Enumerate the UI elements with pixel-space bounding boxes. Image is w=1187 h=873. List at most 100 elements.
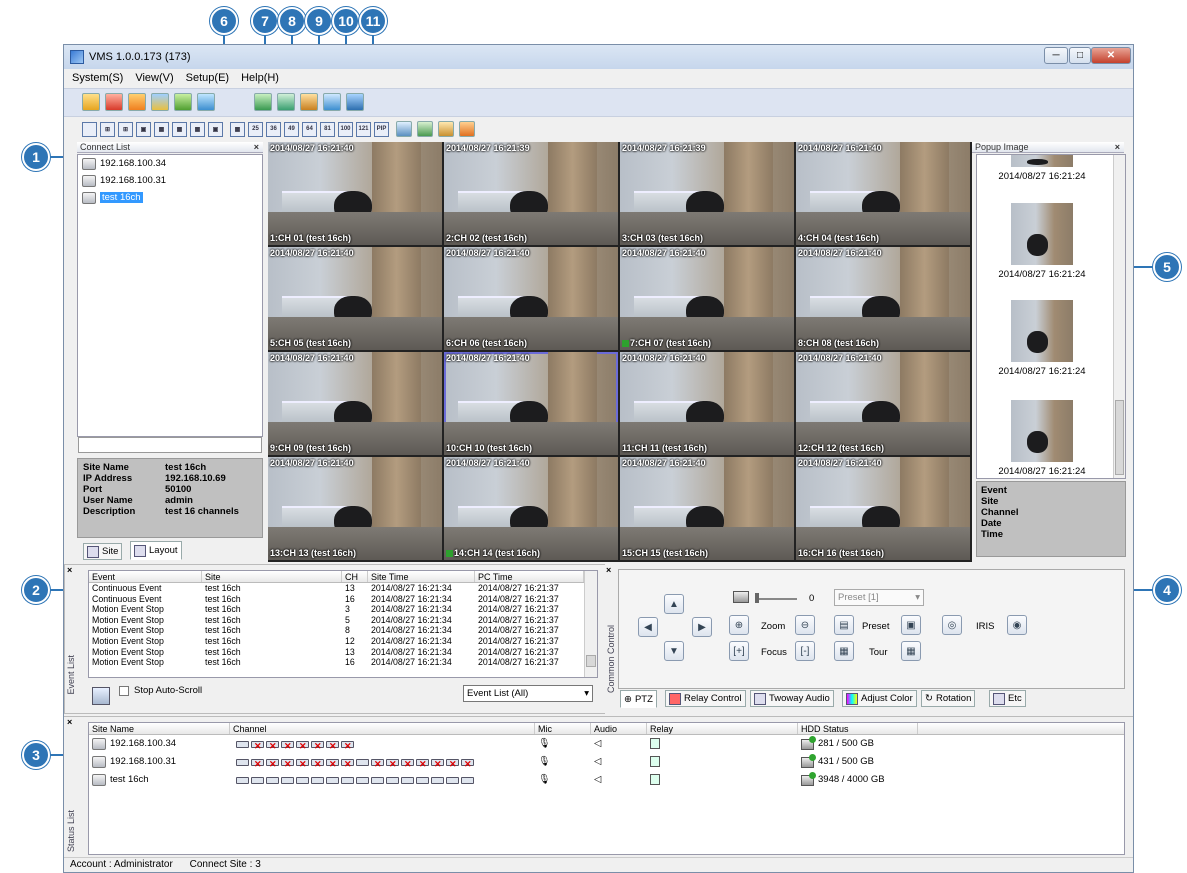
- layout-64-button[interactable]: 64: [302, 121, 317, 137]
- iris-close-button[interactable]: ◉: [1007, 615, 1027, 635]
- camera-view[interactable]: 2014/08/27 16:21:40 1:CH 01 (test 16ch): [268, 142, 442, 245]
- camera-view[interactable]: 2014/08/27 16:21:39 3:CH 03 (test 16ch): [620, 142, 794, 245]
- menu-help[interactable]: Help(H): [241, 72, 279, 84]
- menu-system[interactable]: System(S): [72, 72, 123, 84]
- display-setup-icon[interactable]: [323, 93, 341, 111]
- speaker-icon[interactable]: ◁: [591, 771, 647, 789]
- monitor-icon[interactable]: [197, 93, 215, 111]
- ptz-left-button[interactable]: ◀: [638, 617, 658, 637]
- table-row[interactable]: Continuous Event test 16ch 16 2014/08/27 16…: [89, 594, 597, 605]
- camera-view[interactable]: 2014/08/27 16:21:40 7:CH 07 (test 16ch): [620, 247, 794, 350]
- popup-scrollbar[interactable]: [1113, 155, 1125, 478]
- close-panel-icon[interactable]: ×: [254, 142, 259, 153]
- layout-121-button[interactable]: 121: [356, 121, 371, 137]
- relay-icon[interactable]: [650, 737, 660, 749]
- relay-icon[interactable]: [650, 755, 660, 767]
- close-panel-icon[interactable]: ×: [1115, 142, 1120, 153]
- iris-open-button[interactable]: ◎: [942, 615, 962, 635]
- ptz-up-button[interactable]: ▲: [664, 594, 684, 614]
- popup-item[interactable]: 2014/08/27 16:21:24: [987, 400, 1097, 477]
- playback-search-icon[interactable]: [417, 121, 433, 137]
- table-row[interactable]: Motion Event Stop test 16ch 5 2014/08/27 16…: [89, 615, 597, 626]
- disconnect-icon[interactable]: [105, 93, 123, 111]
- camera-view[interactable]: 2014/08/27 16:21:40 5:CH 05 (test 16ch): [268, 247, 442, 350]
- layout-4-icon[interactable]: ⊞: [100, 121, 115, 137]
- layout-13-icon[interactable]: ▦: [190, 121, 205, 137]
- table-row[interactable]: Motion Event Stop test 16ch 12 2014/08/27 1…: [89, 636, 597, 647]
- mic-icon[interactable]: 🎙: [535, 735, 591, 753]
- local-setup-icon[interactable]: [277, 93, 295, 111]
- speaker-icon[interactable]: ◁: [591, 735, 647, 753]
- event-search-icon[interactable]: [92, 687, 110, 705]
- camera-view[interactable]: 2014/08/27 16:21:40 12:CH 12 (test 16ch): [796, 352, 970, 455]
- tab-twoway-audio[interactable]: Twoway Audio: [750, 690, 834, 707]
- tree-item[interactable]: 192.168.100.34: [78, 155, 262, 172]
- layout-16b-icon[interactable]: ▦: [230, 121, 245, 137]
- record-icon[interactable]: [459, 121, 475, 137]
- search-icon[interactable]: [438, 121, 454, 137]
- stop-auto-scroll-checkbox[interactable]: [119, 685, 129, 696]
- camera-view[interactable]: 2014/08/27 16:21:40 4:CH 04 (test 16ch): [796, 142, 970, 245]
- layout-36-button[interactable]: 36: [266, 121, 281, 137]
- focus-near-button[interactable]: [+]: [729, 641, 749, 661]
- snapshot-icon[interactable]: [396, 121, 412, 137]
- tour-stop-button[interactable]: ▦: [901, 641, 921, 661]
- camera-view[interactable]: 2014/08/27 16:21:40 8:CH 08 (test 16ch): [796, 247, 970, 350]
- preset-go-button[interactable]: ▣: [901, 615, 921, 635]
- table-row[interactable]: Continuous Event test 16ch 13 2014/08/27 16…: [89, 583, 597, 594]
- close-button[interactable]: ✕: [1091, 47, 1131, 64]
- table-row[interactable]: test 16ch 🎙 ◁ 3948 / 4000 GB: [89, 771, 1124, 789]
- table-row[interactable]: 192.168.100.34🎙◁281 / 500 GB: [89, 735, 1124, 753]
- event-scrollbar[interactable]: [584, 571, 597, 677]
- maximize-button[interactable]: □: [1069, 47, 1091, 64]
- layout-25-button[interactable]: 25: [248, 121, 263, 137]
- focus-far-button[interactable]: [-]: [795, 641, 815, 661]
- camera-view[interactable]: 2014/08/27 16:21:40 10:CH 10 (test 16ch): [444, 352, 618, 455]
- tab-layout[interactable]: Layout: [130, 541, 182, 560]
- popup-item[interactable]: 2014/08/27 16:21:24: [987, 300, 1097, 377]
- popup-item[interactable]: 2014/08/27 16:21:24: [987, 155, 1097, 182]
- close-panel-icon[interactable]: ×: [67, 717, 72, 727]
- tab-etc[interactable]: Etc: [989, 690, 1026, 707]
- camera-view[interactable]: 2014/08/27 16:21:39 2:CH 02 (test 16ch): [444, 142, 618, 245]
- mic-icon[interactable]: 🎙: [535, 753, 591, 771]
- camera-view[interactable]: 2014/08/27 16:21:40 16:CH 16 (test 16ch): [796, 457, 970, 560]
- close-panel-icon[interactable]: ×: [67, 565, 72, 575]
- zoom-out-button[interactable]: ⊖: [795, 615, 815, 635]
- tree-item[interactable]: test 16ch: [78, 189, 262, 206]
- scroll-thumb[interactable]: [1115, 400, 1124, 475]
- speed-slider[interactable]: [755, 593, 797, 603]
- layout-81-button[interactable]: 81: [320, 121, 335, 137]
- tab-site[interactable]: Site: [83, 543, 123, 560]
- lock-icon[interactable]: [174, 93, 192, 111]
- layout-10-icon[interactable]: ▣: [208, 121, 223, 137]
- speaker-icon[interactable]: ◁: [591, 753, 647, 771]
- connect-icon[interactable]: [82, 93, 100, 111]
- preset-set-button[interactable]: ▤: [834, 615, 854, 635]
- layout-9-icon[interactable]: ⊞: [118, 121, 133, 137]
- scroll-thumb[interactable]: [586, 655, 596, 667]
- table-row[interactable]: Motion Event Stop test 16ch 3 2014/08/27 16…: [89, 604, 597, 615]
- layout-6-icon[interactable]: ▣: [136, 121, 151, 137]
- menu-view[interactable]: View(V): [135, 72, 173, 84]
- tab-adjust-color[interactable]: Adjust Color: [842, 690, 917, 707]
- tab-relay-control[interactable]: Relay Control: [665, 690, 746, 707]
- user-setup-icon[interactable]: [300, 93, 318, 111]
- menu-setup[interactable]: Setup(E): [186, 72, 229, 84]
- table-row[interactable]: Motion Event Stop test 16ch 16 2014/08/27 1…: [89, 657, 597, 668]
- layout-100-button[interactable]: 100: [338, 121, 353, 137]
- tour-start-button[interactable]: ▦: [834, 641, 854, 661]
- ptz-down-button[interactable]: ▼: [664, 641, 684, 661]
- ptz-right-button[interactable]: ▶: [692, 617, 712, 637]
- mic-icon[interactable]: 🎙: [535, 771, 591, 789]
- search-site-icon[interactable]: [128, 93, 146, 111]
- tab-rotation[interactable]: ↻ Rotation: [921, 690, 976, 707]
- camera-view[interactable]: 2014/08/27 16:21:40 11:CH 11 (test 16ch): [620, 352, 794, 455]
- layout-1-icon[interactable]: [82, 121, 97, 137]
- minimize-button[interactable]: ─: [1044, 47, 1068, 64]
- camera-view[interactable]: 2014/08/27 16:21:40 14:CH 14 (test 16ch): [444, 457, 618, 560]
- zoom-in-button[interactable]: ⊕: [729, 615, 749, 635]
- table-row[interactable]: 192.168.100.31🎙◁431 / 500 GB: [89, 753, 1124, 771]
- tree-item[interactable]: 192.168.100.31: [78, 172, 262, 189]
- layout-pip-button[interactable]: PIP: [374, 121, 389, 137]
